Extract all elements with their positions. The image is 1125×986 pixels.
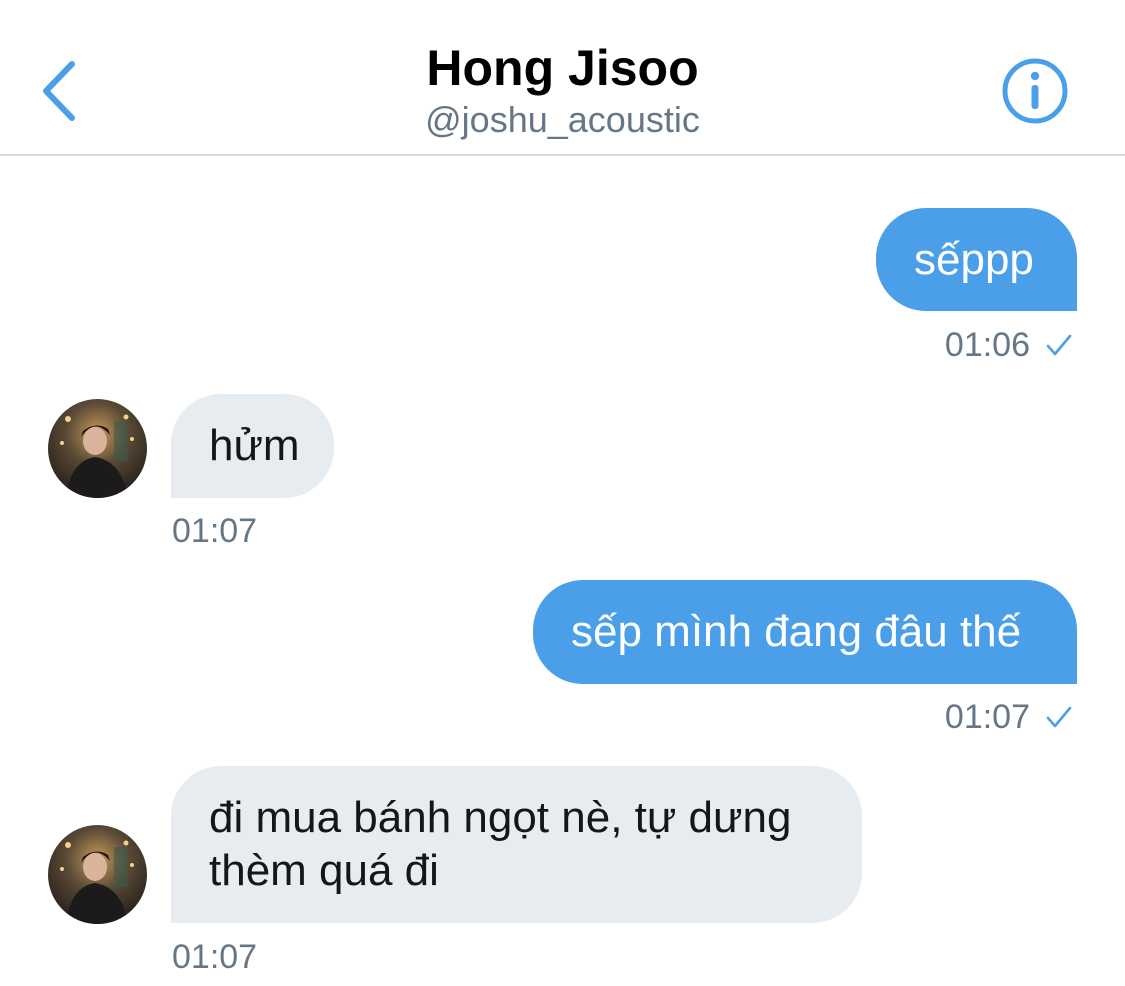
message-timestamp: 01:07	[172, 938, 258, 976]
message-timestamp: 01:07	[944, 698, 1030, 736]
contact-name[interactable]: Hong Jisoo	[0, 38, 1125, 98]
conversation-header: Hong Jisoo @joshu_acoustic	[0, 0, 1125, 156]
avatar[interactable]	[48, 399, 147, 498]
message-timestamp: 01:07	[172, 512, 258, 550]
message-bubble-incoming[interactable]: hửm	[171, 394, 334, 498]
info-button[interactable]	[1000, 56, 1070, 126]
contact-handle: @joshu_acoustic	[425, 99, 700, 140]
checkmark-icon	[1046, 706, 1072, 728]
checkmark-icon	[1046, 334, 1072, 356]
info-icon	[1002, 58, 1068, 124]
message-bubble-outgoing[interactable]: sếppp	[876, 208, 1077, 311]
message-bubble-incoming[interactable]: đi mua bánh ngọt nè, tự dưng thèm quá đi	[171, 766, 862, 923]
message-timestamp: 01:06	[944, 326, 1030, 364]
avatar[interactable]	[48, 825, 147, 924]
message-bubble-outgoing[interactable]: sếp mình đang đâu thế	[533, 580, 1077, 684]
